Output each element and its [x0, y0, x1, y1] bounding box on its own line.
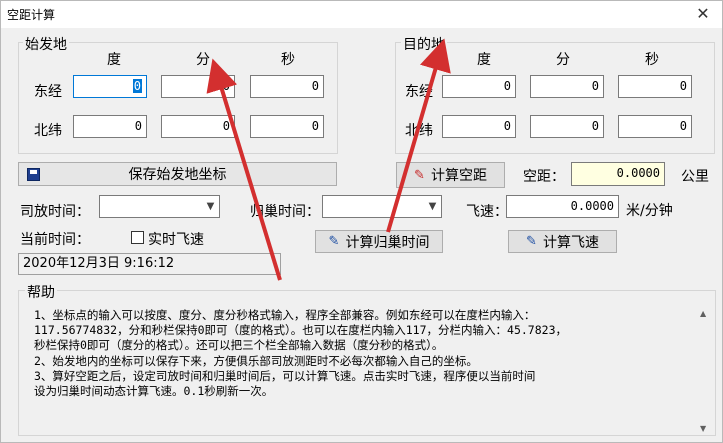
origin-east-min-input[interactable]: 0 [161, 75, 235, 98]
dest-col-deg: 度 [477, 52, 491, 68]
origin-east-deg-input[interactable]: 0 [73, 75, 147, 98]
calc-distance-label: 计算空距 [430, 168, 487, 184]
distance-label: 空距： [523, 169, 565, 185]
save-origin-button[interactable]: 保存始发地坐标 [18, 162, 337, 186]
dest-col-min: 分 [556, 52, 570, 68]
chevron-down-icon: ▼ [428, 201, 437, 212]
origin-north-sec-input[interactable]: 0 [250, 115, 324, 138]
origin-north-label: 北纬 [34, 123, 62, 139]
save-origin-label: 保存始发地坐标 [128, 167, 227, 183]
close-button[interactable]: ✕ [692, 4, 714, 24]
calc-return-time-button[interactable]: ✎ 计算归巢时间 [315, 230, 443, 253]
origin-col-deg: 度 [107, 52, 121, 68]
distance-unit: 公里 [681, 169, 709, 185]
origin-east-sec-input[interactable]: 0 [250, 75, 324, 98]
release-time-select[interactable]: ▼ [99, 195, 220, 218]
title-bar: 空距计算 ✕ [1, 1, 722, 28]
scroll-up-icon: ▲ [700, 309, 707, 318]
origin-north-min-input[interactable]: 0 [161, 115, 235, 138]
dest-north-deg-input[interactable]: 0 [442, 115, 516, 138]
dest-east-deg-input[interactable]: 0 [442, 75, 516, 98]
dest-east-label: 东经 [405, 84, 433, 100]
calc-distance-button[interactable]: ✎ 计算空距 [396, 162, 505, 188]
dest-north-sec-input[interactable]: 0 [618, 115, 692, 138]
speed-unit: 米/分钟 [626, 203, 673, 219]
help-scrollbar[interactable]: ▲ ▼ [696, 307, 713, 435]
pen-icon: ✎ [328, 234, 340, 249]
dest-east-min-input[interactable]: 0 [530, 75, 604, 98]
return-time-select[interactable]: ▼ [322, 195, 442, 218]
pencil-icon: ✎ [414, 167, 425, 183]
dest-north-label: 北纬 [405, 123, 433, 139]
realtime-speed-label[interactable]: 实时飞速 [148, 229, 204, 249]
help-group-title: 帮助 [25, 282, 57, 302]
release-time-label: 司放时间： [20, 204, 90, 220]
calc-return-time-label: 计算归巢时间 [345, 234, 430, 251]
realtime-speed-checkbox[interactable] [131, 231, 144, 244]
origin-east-label: 东经 [34, 84, 62, 100]
app-window: 空距计算 ✕ 始发地 度 分 秒 东经 北纬 0 0 0 0 0 0 目的地 度… [0, 0, 723, 443]
origin-north-deg-input[interactable]: 0 [73, 115, 147, 138]
floppy-disk-icon [27, 168, 40, 181]
dest-group-title: 目的地 [401, 34, 447, 54]
calc-speed-button[interactable]: ✎ 计算飞速 [508, 230, 617, 253]
window-title: 空距计算 [7, 8, 56, 22]
calc-speed-label: 计算飞速 [542, 234, 599, 251]
return-time-label: 归巢时间： [250, 204, 320, 220]
pen-icon: ✎ [526, 234, 537, 249]
chevron-down-icon: ▼ [206, 201, 215, 212]
dest-east-sec-input[interactable]: 0 [618, 75, 692, 98]
scroll-down-icon: ▼ [700, 424, 707, 433]
distance-value-field: 0.0000 [571, 162, 665, 186]
origin-col-sec: 秒 [281, 52, 295, 68]
help-text: 1、坐标点的输入可以按度、度分、度分秒格式输入，程序全部兼容。例如东经可以在度栏… [34, 308, 567, 399]
dest-north-min-input[interactable]: 0 [530, 115, 604, 138]
dest-col-sec: 秒 [645, 52, 659, 68]
origin-col-min: 分 [196, 52, 210, 68]
speed-label: 飞速： [466, 204, 508, 220]
current-time-display: 2020年12月3日 9:16:12 [18, 253, 281, 275]
origin-group-title: 始发地 [23, 34, 69, 54]
speed-value-field: 0.0000 [506, 195, 619, 218]
current-time-label: 当前时间： [20, 232, 90, 248]
